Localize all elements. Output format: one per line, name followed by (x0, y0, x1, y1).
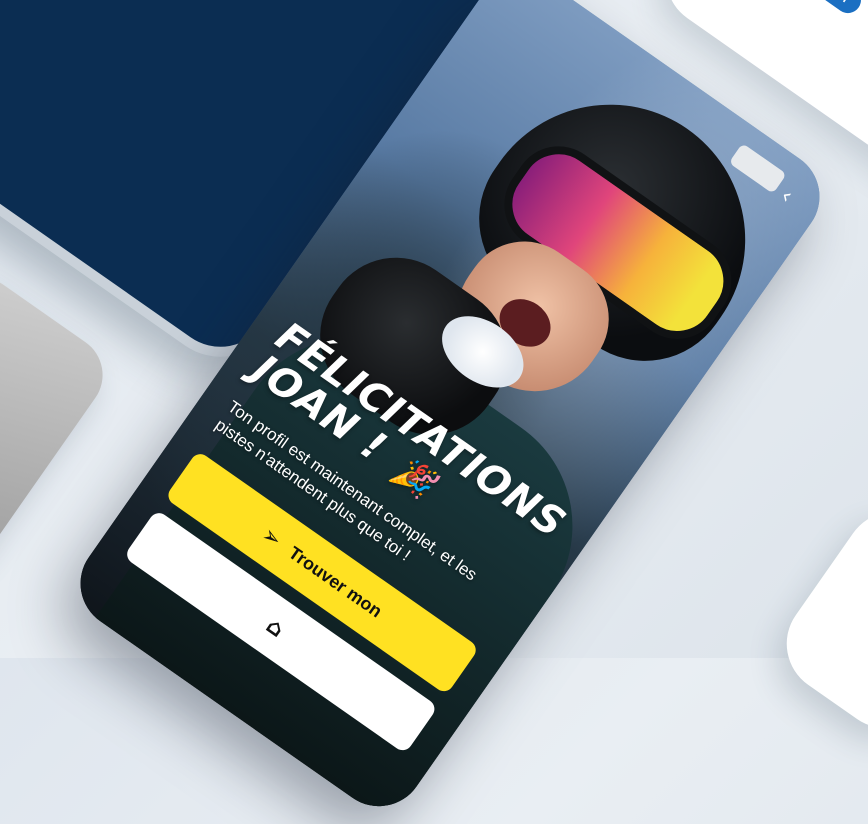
background-add-label: Ajouter m (782, 0, 867, 19)
background-card-right (767, 492, 868, 748)
send-icon: ➢ (256, 521, 287, 553)
background-card-left (0, 261, 119, 579)
home-icon: ⌂ (261, 612, 289, 643)
